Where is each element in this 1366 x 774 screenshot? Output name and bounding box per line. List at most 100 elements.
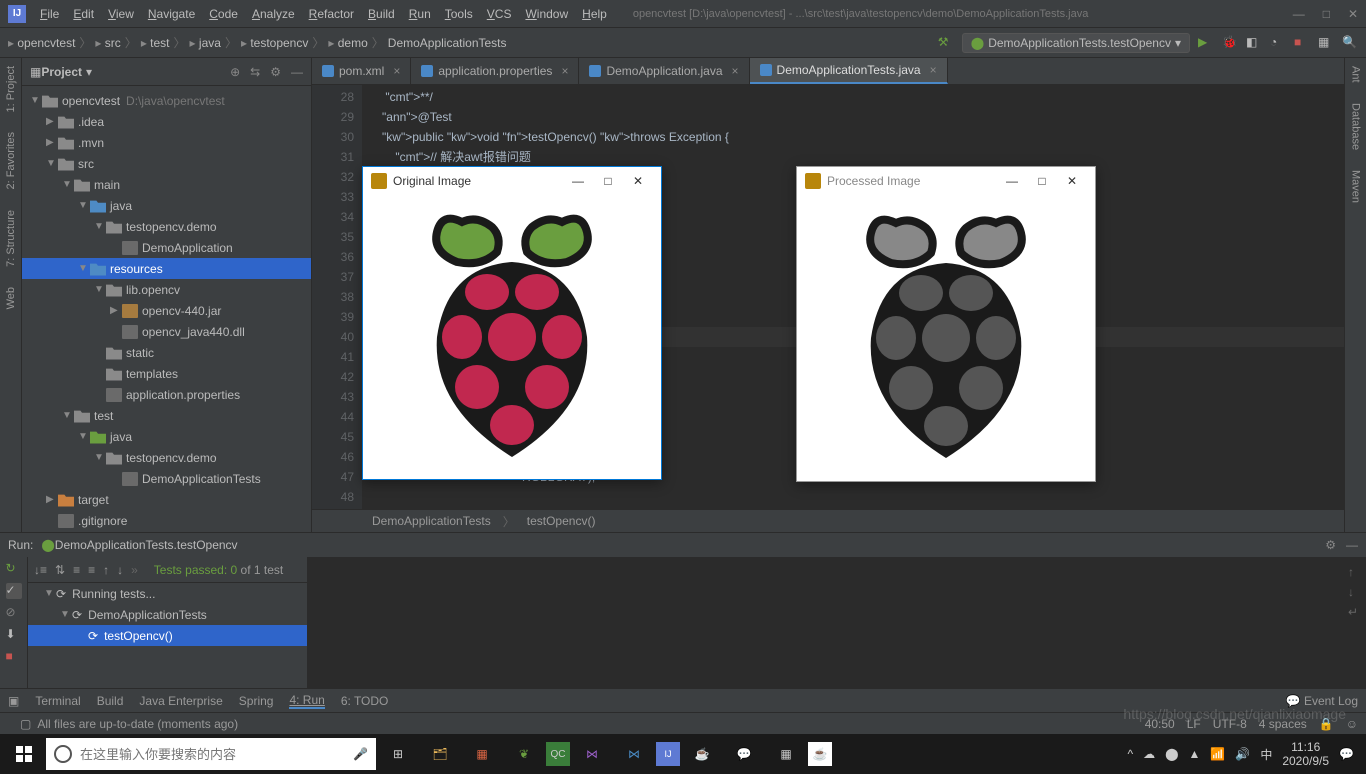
- bottom-tab[interactable]: 4: Run: [289, 693, 324, 709]
- close-icon[interactable]: ✕: [1057, 174, 1087, 188]
- test-item[interactable]: ⟳testOpencv(): [28, 625, 307, 646]
- tree-item[interactable]: ▼main: [22, 174, 311, 195]
- menu-vcs[interactable]: VCS: [481, 5, 518, 23]
- coverage-icon[interactable]: ◧: [1246, 35, 1262, 51]
- up-arrow-icon[interactable]: ↑: [1348, 565, 1358, 579]
- tree-item[interactable]: templates: [22, 363, 311, 384]
- tray-icon[interactable]: ▲: [1189, 747, 1201, 761]
- search-icon[interactable]: 🔍: [1342, 35, 1358, 51]
- profile-icon[interactable]: ◔: [1270, 35, 1286, 51]
- bottom-tab[interactable]: 6: TODO: [341, 694, 389, 708]
- clock[interactable]: 11:16 2020/9/5: [1282, 740, 1329, 769]
- search-input[interactable]: [80, 747, 345, 762]
- tree-item[interactable]: ▼test: [22, 405, 311, 426]
- menu-help[interactable]: Help: [576, 5, 613, 23]
- app-icon[interactable]: ▦: [766, 738, 806, 770]
- tree-item[interactable]: DemoApplication: [22, 237, 311, 258]
- bottom-tab[interactable]: Terminal: [35, 694, 80, 708]
- task-view-icon[interactable]: ⊞: [378, 738, 418, 770]
- app-icon[interactable]: ☕: [682, 738, 722, 770]
- tree-item[interactable]: ▼testopencv.demo: [22, 216, 311, 237]
- breadcrumb-item[interactable]: ▸ src: [95, 36, 120, 50]
- run-icon[interactable]: ▶: [1198, 35, 1214, 51]
- menu-run[interactable]: Run: [403, 5, 437, 23]
- volume-icon[interactable]: 🔊: [1235, 747, 1250, 761]
- breadcrumb[interactable]: ▸ opencvtest〉▸ src〉▸ test〉▸ java〉▸ testo…: [8, 34, 507, 51]
- minimize-icon[interactable]: —: [563, 174, 593, 188]
- wechat-icon[interactable]: 💬: [724, 738, 764, 770]
- menu-build[interactable]: Build: [362, 5, 401, 23]
- editor-breadcrumb-item[interactable]: testOpencv(): [527, 514, 596, 528]
- collapse-icon[interactable]: ≡: [88, 563, 95, 577]
- breadcrumb-item[interactable]: ▸ test: [141, 36, 170, 50]
- layout-icon[interactable]: ▦: [1318, 35, 1334, 51]
- tray-icon[interactable]: ☁: [1143, 747, 1155, 761]
- hide-icon[interactable]: —: [1346, 538, 1358, 552]
- dump-icon[interactable]: ⬇: [6, 627, 22, 643]
- toggle-icon[interactable]: ✓: [6, 583, 22, 599]
- bottom-tab[interactable]: Java Enterprise: [139, 694, 222, 708]
- collapse-icon[interactable]: ⇆: [250, 65, 260, 79]
- menu-refactor[interactable]: Refactor: [303, 5, 360, 23]
- test-item[interactable]: ▼⟳DemoApplicationTests: [28, 604, 307, 625]
- menu-view[interactable]: View: [102, 5, 140, 23]
- chevron-down-icon[interactable]: ▾: [86, 65, 92, 79]
- app-icon[interactable]: ❦: [504, 738, 544, 770]
- tree-item[interactable]: DemoApplicationTests: [22, 468, 311, 489]
- target-icon[interactable]: ⊕: [230, 65, 240, 79]
- java-icon[interactable]: ☕: [808, 742, 832, 766]
- rerun-icon[interactable]: ↻: [6, 561, 22, 577]
- tree-item[interactable]: ▼java: [22, 195, 311, 216]
- editor-breadcrumb[interactable]: DemoApplicationTests〉testOpencv(): [312, 509, 1344, 532]
- menu-tools[interactable]: Tools: [439, 5, 479, 23]
- app-icon[interactable]: QC: [546, 742, 570, 766]
- close-icon[interactable]: ✕: [1348, 7, 1358, 21]
- filter-icon[interactable]: ⇅: [55, 563, 65, 577]
- intellij-icon[interactable]: IJ: [656, 742, 680, 766]
- editor-tab[interactable]: application.properties×: [411, 58, 579, 84]
- tree-item[interactable]: ▶.mvn: [22, 132, 311, 153]
- project-tree[interactable]: ▼opencvtestD:\java\opencvtest▶.idea▶.mvn…: [22, 86, 311, 532]
- gear-icon[interactable]: ⚙: [270, 65, 281, 79]
- tree-item[interactable]: ▼testopencv.demo: [22, 447, 311, 468]
- tree-item[interactable]: ▼java: [22, 426, 311, 447]
- minimize-icon[interactable]: —: [1293, 7, 1305, 21]
- prev-icon[interactable]: ↑: [103, 563, 109, 577]
- debug-icon[interactable]: 🐞: [1222, 35, 1238, 51]
- tree-item[interactable]: static: [22, 342, 311, 363]
- editor-tab[interactable]: DemoApplication.java×: [579, 58, 749, 84]
- hide-icon[interactable]: —: [291, 65, 303, 79]
- wifi-icon[interactable]: 📶: [1210, 747, 1225, 761]
- rail-favorites[interactable]: 2: Favorites: [5, 132, 17, 189]
- original-image-window[interactable]: Original Image — □ ✕: [362, 166, 662, 480]
- editor-tab[interactable]: DemoApplicationTests.java×: [750, 58, 948, 84]
- tree-item[interactable]: .gitignore: [22, 510, 311, 531]
- sort-icon[interactable]: ↓≡: [34, 563, 47, 577]
- maximize-icon[interactable]: □: [1027, 174, 1057, 188]
- editor-tab[interactable]: pom.xml×: [312, 58, 411, 84]
- start-button[interactable]: [4, 738, 44, 770]
- rail-maven[interactable]: Maven: [1350, 170, 1362, 203]
- menu-edit[interactable]: Edit: [67, 5, 100, 23]
- rail-database[interactable]: Database: [1350, 103, 1362, 150]
- minimize-icon[interactable]: —: [997, 174, 1027, 188]
- tree-item[interactable]: ▶target: [22, 489, 311, 510]
- pin-icon[interactable]: ■: [6, 649, 22, 665]
- tree-item[interactable]: application.properties: [22, 384, 311, 405]
- expand-icon[interactable]: ≡: [73, 563, 80, 577]
- stop-icon[interactable]: ■: [1294, 35, 1310, 51]
- tree-item[interactable]: ▶opencv-440.jar: [22, 300, 311, 321]
- run-config-dropdown[interactable]: ⬤ DemoApplicationTests.testOpencv ▾: [962, 33, 1190, 53]
- rail-web[interactable]: Web: [5, 287, 17, 309]
- menu-navigate[interactable]: Navigate: [142, 5, 201, 23]
- vscode-icon[interactable]: ⋈: [614, 738, 654, 770]
- bottom-tab[interactable]: Spring: [239, 694, 274, 708]
- taskbar-search[interactable]: 🎤: [46, 738, 376, 770]
- rail-project[interactable]: 1: Project: [5, 66, 17, 112]
- ime-icon[interactable]: 中: [1260, 746, 1272, 763]
- rail-structure[interactable]: 7: Structure: [5, 210, 17, 267]
- tree-item[interactable]: opencv_java440.dll: [22, 321, 311, 342]
- popup-titlebar[interactable]: Original Image — □ ✕: [363, 167, 661, 195]
- processed-image-window[interactable]: Processed Image — □ ✕: [796, 166, 1096, 482]
- hammer-icon[interactable]: ⚒: [938, 35, 954, 51]
